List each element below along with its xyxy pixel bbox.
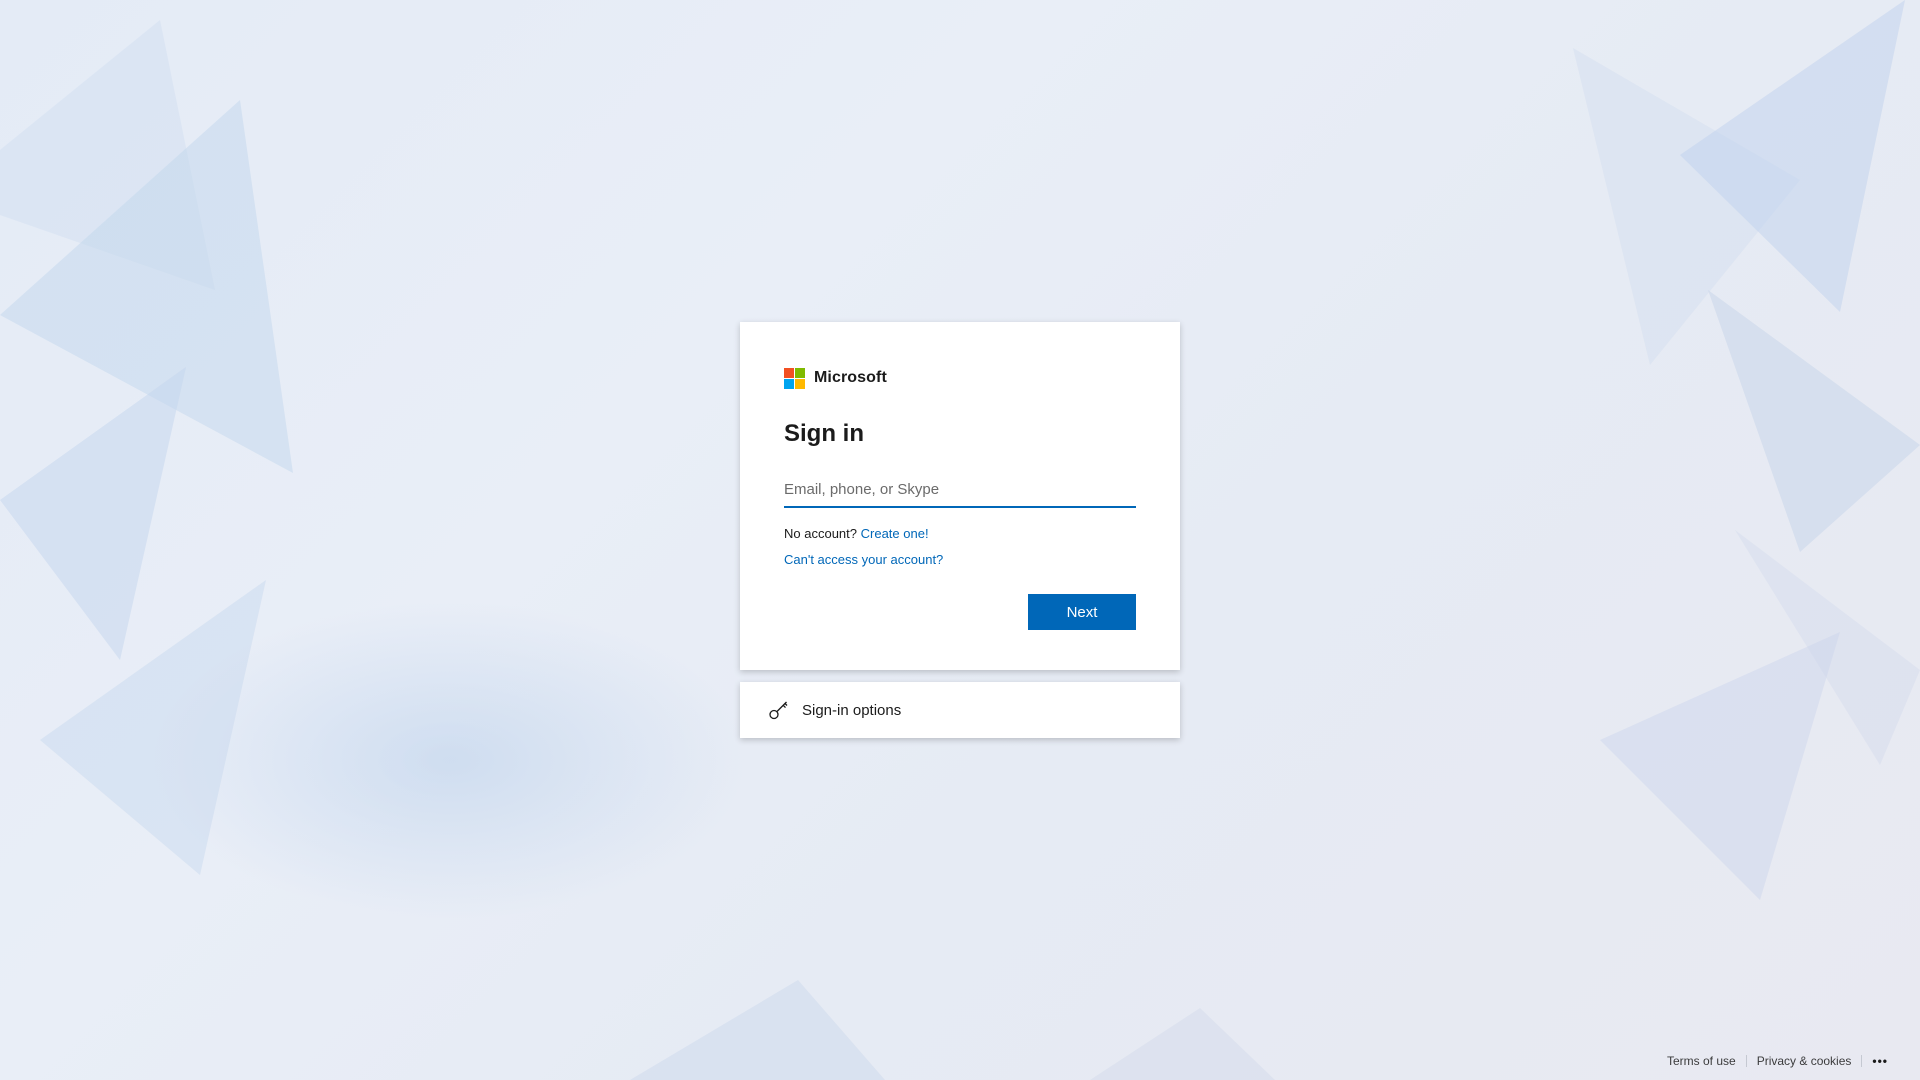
cant-access-link[interactable]: Can't access your account? xyxy=(784,552,943,567)
footer-divider xyxy=(1861,1055,1863,1067)
no-account-row: No account? Create one! xyxy=(784,526,1136,541)
button-row: Next xyxy=(784,594,1136,630)
signin-options-label: Sign-in options xyxy=(802,701,902,719)
cant-access-row: Can't access your account? xyxy=(784,552,1136,567)
footer-divider xyxy=(1745,1055,1747,1067)
microsoft-logo-icon xyxy=(784,367,805,389)
page-title: Sign in xyxy=(784,420,864,447)
signin-options-button[interactable]: Sign-in options xyxy=(740,682,1180,738)
key-icon xyxy=(769,701,788,720)
more-options-icon[interactable]: ••• xyxy=(1872,1054,1888,1068)
privacy-link[interactable]: Privacy & cookies xyxy=(1757,1054,1852,1068)
create-account-link[interactable]: Create one! xyxy=(861,526,929,541)
logo-red-square xyxy=(784,367,794,378)
email-field[interactable] xyxy=(784,472,1136,508)
brand: Microsoft xyxy=(784,366,1136,390)
terms-link[interactable]: Terms of use xyxy=(1667,1054,1736,1068)
no-account-text: No account? xyxy=(784,526,857,541)
logo-blue-square xyxy=(784,378,794,389)
logo-green-square xyxy=(795,367,805,378)
signin-card: Microsoft Sign in No account? Create one… xyxy=(740,322,1180,670)
footer: Terms of use Privacy & cookies ••• xyxy=(1667,1054,1888,1068)
logo-yellow-square xyxy=(795,378,805,389)
brand-name: Microsoft xyxy=(814,369,887,386)
next-button[interactable]: Next xyxy=(1028,594,1136,630)
